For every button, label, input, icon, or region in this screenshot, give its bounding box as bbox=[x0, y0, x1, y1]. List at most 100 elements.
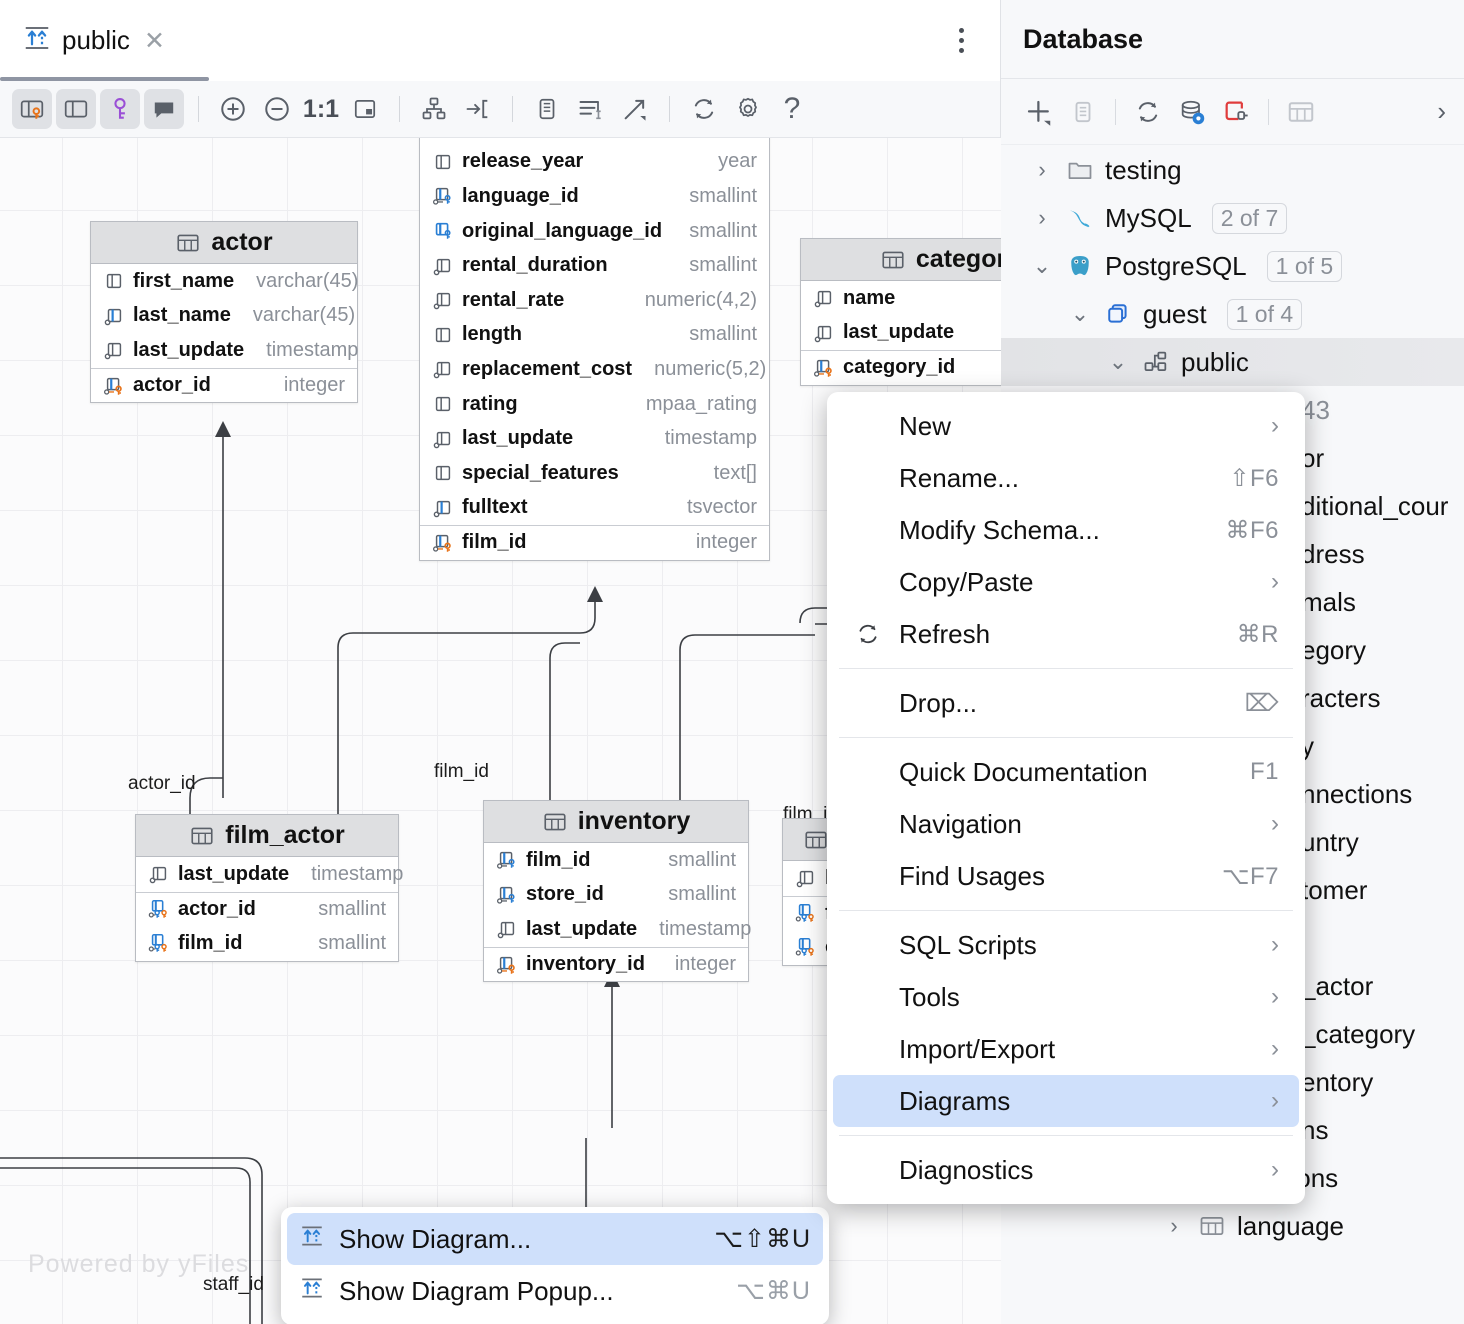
tree-item-guest[interactable]: ⌄ guest 1 of 4 bbox=[1001, 290, 1464, 338]
menu-item-label: Drop... bbox=[859, 688, 977, 719]
menu-item-navigation[interactable]: Navigation › bbox=[833, 798, 1299, 850]
menu-item-tools[interactable]: Tools › bbox=[833, 971, 1299, 1023]
split-pane-icon[interactable] bbox=[56, 89, 96, 129]
menu-item-diagrams[interactable]: Diagrams › bbox=[833, 1075, 1299, 1127]
menu-item-rename[interactable]: Rename... ⇧F6 bbox=[833, 452, 1299, 504]
entity-actor[interactable]: actor first_name varchar(45) last_name v… bbox=[90, 221, 358, 403]
column-row[interactable]: last_update timestamp bbox=[484, 912, 748, 947]
column-row-pk[interactable]: actor_id smallint bbox=[136, 892, 398, 927]
column-row[interactable]: store_id smallint bbox=[484, 878, 748, 913]
column-row[interactable]: language_id smallint bbox=[420, 179, 769, 214]
duplicate-button[interactable] bbox=[1061, 90, 1105, 134]
menu-item-import-export[interactable]: Import/Export › bbox=[833, 1023, 1299, 1075]
menu-item-refresh[interactable]: Refresh ⌘R bbox=[833, 608, 1299, 660]
table-icon bbox=[175, 230, 201, 256]
entity-title: actor bbox=[211, 228, 272, 257]
tree-item-testing[interactable]: › testing bbox=[1001, 146, 1464, 194]
refresh-icon bbox=[855, 621, 881, 647]
chevron-down-icon[interactable]: ⌄ bbox=[1067, 301, 1093, 327]
entity-film[interactable]: description text release_year year langu… bbox=[419, 138, 770, 561]
fit-screen-icon[interactable] bbox=[345, 89, 385, 129]
entity-film-actor[interactable]: film_actor last_update timestamp actor_i… bbox=[135, 814, 399, 962]
menu-item-modify-schema[interactable]: Modify Schema... ⌘F6 bbox=[833, 504, 1299, 556]
show-diagram-popup[interactable]: Show Diagram... ⌥⇧⌘U bbox=[281, 1207, 829, 1324]
column-row[interactable]: last_update tir bbox=[801, 316, 1001, 351]
tree-item-public[interactable]: ⌄ public bbox=[1001, 338, 1464, 386]
column-row-pk[interactable]: film_id integer bbox=[420, 525, 769, 560]
menu-item-copy-paste[interactable]: Copy/Paste › bbox=[833, 556, 1299, 608]
menu-item-new[interactable]: New › bbox=[833, 400, 1299, 452]
entity-category[interactable]: category name var last_update tir catego… bbox=[800, 238, 1001, 386]
entity-inventory[interactable]: inventory film_id smallint store_id smal… bbox=[483, 800, 749, 982]
refresh-icon[interactable] bbox=[684, 89, 724, 129]
column-row[interactable]: description text bbox=[420, 138, 769, 145]
tree-item-language[interactable]: › language bbox=[1001, 1202, 1464, 1250]
context-menu[interactable]: New › Rename... ⇧F6 Modify Schema... ⌘F6… bbox=[827, 392, 1305, 1204]
column-row-pk[interactable]: actor_id integer bbox=[91, 368, 357, 403]
table-icon bbox=[1197, 1211, 1227, 1241]
zoom-in-button[interactable] bbox=[213, 89, 253, 129]
export-arrow-icon[interactable] bbox=[615, 89, 655, 129]
menu-item-shortcut: ⌘R bbox=[1237, 620, 1279, 649]
column-row[interactable]: film_id smallint bbox=[484, 843, 748, 878]
column-row[interactable]: film_id smallint bbox=[136, 926, 398, 961]
column-row[interactable]: last_update timestamp bbox=[91, 333, 357, 368]
gear-icon[interactable] bbox=[728, 89, 768, 129]
column-row-pk[interactable]: inventory_id integer bbox=[484, 947, 748, 982]
column-row[interactable]: replacement_cost numeric(5,2) bbox=[420, 352, 769, 387]
text-lines-icon[interactable] bbox=[571, 89, 611, 129]
menu-item-label: Diagnostics bbox=[859, 1155, 1033, 1186]
table-icon[interactable] bbox=[1279, 90, 1323, 134]
chevron-down-icon[interactable]: ⌄ bbox=[1029, 253, 1055, 279]
refresh-button[interactable] bbox=[1126, 90, 1170, 134]
chevron-right-icon[interactable]: › bbox=[1437, 96, 1446, 127]
tab-public[interactable]: public ✕ bbox=[0, 0, 209, 81]
actual-size-button[interactable]: 1:1 bbox=[301, 89, 341, 129]
column-row[interactable]: first_name varchar(45) bbox=[91, 264, 357, 299]
column-row[interactable]: rating mpaa_rating bbox=[420, 387, 769, 422]
column-row[interactable]: last_name varchar(45) bbox=[91, 299, 357, 334]
menu-item-quick-documentation[interactable]: Quick Documentation F1 bbox=[833, 746, 1299, 798]
menu-item-show-diagram[interactable]: Show Diagram... ⌥⇧⌘U bbox=[287, 1213, 823, 1265]
more-options-icon[interactable] bbox=[947, 22, 975, 58]
column-row[interactable]: special_features text[] bbox=[420, 456, 769, 491]
column-row[interactable]: rental_rate numeric(4,2) bbox=[420, 283, 769, 318]
menu-item-drop[interactable]: Drop... ⌦ bbox=[833, 677, 1299, 729]
column-row[interactable]: name var bbox=[801, 281, 1001, 316]
chevron-right-icon[interactable]: › bbox=[1029, 157, 1055, 183]
column-row[interactable]: last_update timestamp bbox=[420, 421, 769, 456]
disconnect-icon[interactable] bbox=[1214, 90, 1258, 134]
tree-item-postgresql[interactable]: ⌄ PostgreSQL 1 of 5 bbox=[1001, 242, 1464, 290]
copy-icon[interactable] bbox=[527, 89, 567, 129]
column-row[interactable]: rental_duration smallint bbox=[420, 248, 769, 283]
comment-icon[interactable] bbox=[144, 89, 184, 129]
chevron-right-icon[interactable]: › bbox=[1029, 205, 1055, 231]
question-icon[interactable]: ? bbox=[772, 89, 812, 129]
column-row-pk[interactable]: category_id bbox=[801, 350, 1001, 385]
tree-item-label: entory bbox=[1301, 1067, 1373, 1098]
column-row[interactable]: fulltext tsvector bbox=[420, 491, 769, 526]
show-columns-toggle[interactable] bbox=[12, 89, 52, 129]
menu-item-find-usages[interactable]: Find Usages ⌥F7 bbox=[833, 850, 1299, 902]
arrow-to-bracket-icon[interactable] bbox=[458, 89, 498, 129]
tree-item-mysql[interactable]: › MySQL 2 of 7 bbox=[1001, 194, 1464, 242]
column-name: description bbox=[462, 138, 570, 139]
chevron-down-icon[interactable]: ⌄ bbox=[1105, 349, 1131, 375]
key-icon[interactable] bbox=[100, 89, 140, 129]
column-row[interactable]: release_year year bbox=[420, 145, 769, 180]
column-name: last_update bbox=[843, 321, 954, 344]
menu-item-sql-scripts[interactable]: SQL Scripts › bbox=[833, 919, 1299, 971]
close-icon[interactable]: ✕ bbox=[144, 26, 165, 56]
chevron-right-icon[interactable]: › bbox=[1161, 1213, 1187, 1239]
add-button[interactable] bbox=[1017, 90, 1061, 134]
tree-item-label: language bbox=[1237, 1211, 1344, 1242]
column-type: timestamp bbox=[252, 339, 358, 362]
menu-item-show-diagram-popup[interactable]: Show Diagram Popup... ⌥⌘U bbox=[287, 1265, 823, 1317]
zoom-out-button[interactable] bbox=[257, 89, 297, 129]
column-row[interactable]: last_update timestamp bbox=[136, 857, 398, 892]
hierarchy-icon[interactable] bbox=[414, 89, 454, 129]
database-gear-icon[interactable] bbox=[1170, 90, 1214, 134]
menu-item-diagnostics[interactable]: Diagnostics › bbox=[833, 1144, 1299, 1196]
column-row[interactable]: length smallint bbox=[420, 318, 769, 353]
column-row[interactable]: original_language_id smallint bbox=[420, 214, 769, 249]
